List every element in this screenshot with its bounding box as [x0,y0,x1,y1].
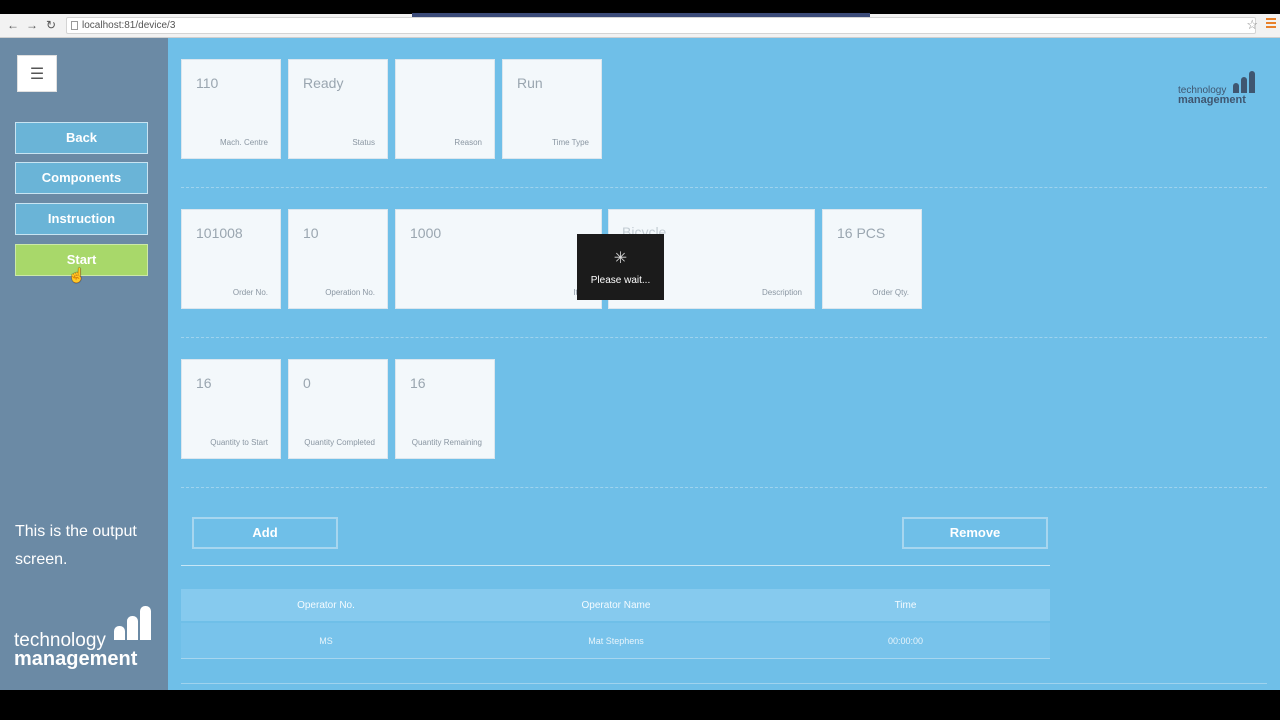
tile-order-qty[interactable]: 16 PCS Order Qty. [822,209,922,309]
tile-quantity-remaining[interactable]: 16 Quantity Remaining [395,359,495,459]
tile-caption: Time Type [552,138,589,147]
page-icon [71,21,78,30]
tile-caption: Quantity Completed [304,438,375,447]
tile-mach-centre[interactable]: 110 Mach. Centre [181,59,281,159]
cell-time: 00:00:00 [887,635,924,646]
tile-value: Ready [303,75,344,91]
tile-caption: Operation No. [325,288,375,297]
browser-toolbar: ← → ↻ localhost:81/device/3 ☆ [0,13,1280,38]
hand-cursor-icon: ☝ [68,267,86,283]
forward-arrow-icon[interactable]: → [25,18,39,32]
tile-item[interactable]: 1000 Item [395,209,602,309]
tile-caption: Reason [454,138,482,147]
header-time: Time [894,599,917,611]
cell-operator-name: Mat Stephens [588,635,644,646]
tile-caption: Order Qty. [872,288,909,297]
tile-caption: Mach. Centre [219,138,268,147]
back-button[interactable]: Back [15,122,148,154]
header-operator-name: Operator Name [581,599,651,611]
back-arrow-icon[interactable]: ← [6,18,20,32]
tile-quantity-completed[interactable]: 0 Quantity Completed [288,359,388,459]
brand-text-management: management [1178,94,1246,106]
add-button[interactable]: Add [192,517,338,549]
brand-bars-icon [1233,71,1255,93]
app-window: ← → ↻ localhost:81/device/3 ☆ ☰ Back Com… [0,0,1280,720]
logo-bars-icon [114,606,151,640]
hamburger-icon[interactable]: ☰ [17,55,57,92]
tile-operation-no[interactable]: 10 Operation No. [288,209,388,309]
tile-value: 110 [196,75,219,91]
page-viewport: ☰ Back Components Instruction Start ☝ Th… [0,38,1280,690]
tile-reason[interactable]: Reason [395,59,495,159]
tile-value: 101008 [196,225,243,241]
operator-table-header: Operator No. Operator Name Time [181,589,1050,621]
cell-operator-no: MS [319,635,333,646]
tile-value: 0 [303,375,311,391]
sidebar: ☰ Back Components Instruction Start ☝ Th… [0,38,168,690]
section-divider [181,487,1267,488]
tile-caption: Quantity Remaining [411,438,482,447]
tile-time-type[interactable]: Run Time Type [502,59,602,159]
spinner-icon: ✳ [613,250,628,267]
tile-quantity-to-start[interactable]: 16 Quantity to Start [181,359,281,459]
tile-caption: Status [352,138,375,147]
sidebar-note: This is the output screen. [15,523,137,568]
logo-text-management: management [14,648,138,670]
brand-logo: technology management [1178,71,1258,111]
url-text: localhost:81/device/3 [82,20,176,31]
tile-order-no[interactable]: 101008 Order No. [181,209,281,309]
loading-overlay: ✳ Please wait... [577,234,664,300]
loading-text: Please wait... [590,275,651,286]
sidebar-logo: technology management [14,604,159,676]
tile-caption: Quantity to Start [210,438,268,447]
tile-value: Run [517,75,543,91]
tile-value: 10 [303,225,319,241]
section-divider [181,337,1267,338]
table-bottom-rule [181,683,1267,684]
instruction-button[interactable]: Instruction [15,203,148,235]
tile-caption: Order No. [232,288,268,297]
description-value-partially-hidden: Bicycle [622,224,667,234]
tile-value: 16 [410,375,426,391]
remove-button[interactable]: Remove [902,517,1048,549]
address-bar[interactable]: localhost:81/device/3 [66,17,1256,34]
tile-caption: Description [761,288,802,297]
tile-value: 16 [196,375,212,391]
browser-menu-icon[interactable] [1266,18,1276,28]
header-operator-no: Operator No. [297,599,355,611]
section-divider [181,187,1267,188]
tile-status[interactable]: Ready Status [288,59,388,159]
tile-value: 16 PCS [837,225,886,241]
table-top-rule [181,565,1050,566]
tile-value: 1000 [410,225,442,241]
table-row[interactable]: MS Mat Stephens 00:00:00 [181,623,1050,659]
reload-icon[interactable]: ↻ [44,18,58,32]
components-button[interactable]: Components [15,162,148,194]
bookmark-star-icon[interactable]: ☆ [1246,17,1258,33]
